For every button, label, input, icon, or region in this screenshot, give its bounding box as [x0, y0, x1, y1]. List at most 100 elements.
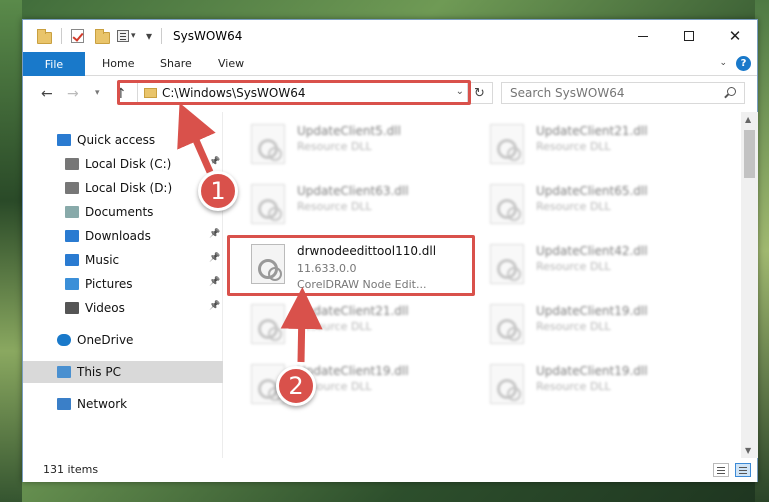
file-type: Resource DLL	[536, 140, 611, 153]
file-item[interactable]: UpdateClient21.dll Resource DLL	[251, 300, 481, 350]
dll-file-icon	[251, 304, 285, 344]
file-type: Resource DLL	[536, 260, 611, 273]
chevron-down-icon[interactable]: ▾	[131, 31, 136, 41]
file-type: Resource DLL	[536, 380, 611, 393]
file-highlight	[227, 235, 475, 296]
sidebar-item[interactable]: Quick access	[23, 129, 223, 151]
cloud-icon	[57, 334, 71, 346]
file-name: UpdateClient65.dll	[536, 184, 648, 198]
sidebar-item-label: Pictures	[85, 277, 133, 291]
recent-locations-icon[interactable]: ▾	[95, 88, 100, 98]
file-type: Resource DLL	[536, 320, 611, 333]
tab-view[interactable]: View	[218, 57, 244, 70]
search-icon[interactable]	[727, 87, 736, 96]
sidebar-item-label: Downloads	[85, 229, 151, 243]
sidebar-item[interactable]: Downloads 📌	[23, 225, 223, 247]
tab-share[interactable]: Share	[160, 57, 192, 70]
file-type: Resource DLL	[297, 140, 372, 153]
maximize-button[interactable]	[666, 20, 712, 52]
maximize-icon	[684, 31, 694, 41]
dll-file-icon	[490, 364, 524, 404]
dll-file-icon	[490, 244, 524, 284]
file-item[interactable]: UpdateClient21.dll Resource DLL	[490, 120, 720, 170]
download-icon	[65, 230, 79, 242]
scroll-up-icon[interactable]: ▲	[745, 115, 751, 124]
expand-ribbon-icon[interactable]: ⌄	[719, 58, 727, 68]
sidebar-item-label: Network	[77, 397, 128, 411]
file-type: Resource DLL	[297, 320, 372, 333]
file-item[interactable]: UpdateClient19.dll Resource DLL	[490, 360, 720, 410]
scroll-down-icon[interactable]: ▼	[745, 446, 751, 455]
back-arrow-icon[interactable]: ←	[41, 86, 53, 102]
star-icon	[57, 134, 71, 146]
new-folder-icon[interactable]	[95, 29, 110, 44]
help-button[interactable]: ?	[736, 56, 751, 71]
minimize-button[interactable]	[620, 20, 666, 52]
close-icon: ✕	[728, 27, 742, 45]
file-item[interactable]: UpdateClient42.dll Resource DLL	[490, 240, 720, 290]
dll-file-icon	[490, 124, 524, 164]
search-input[interactable]	[510, 83, 720, 103]
dll-file-icon	[251, 184, 285, 224]
tab-home[interactable]: Home	[102, 57, 134, 70]
title-bar: ▾ ▾ SysWOW64 ✕	[23, 20, 757, 52]
drive-icon	[65, 182, 79, 194]
file-name: UpdateClient21.dll	[297, 304, 409, 318]
file-name: UpdateClient21.dll	[536, 124, 648, 138]
close-button[interactable]: ✕	[712, 20, 758, 52]
large-icons-view-button[interactable]	[735, 463, 751, 477]
address-bar-highlight	[117, 80, 471, 105]
sidebar-item-label: Documents	[85, 205, 154, 219]
callout-badge-one: 1	[198, 171, 238, 211]
pin-icon[interactable]: 📌	[209, 301, 220, 311]
pictures-icon	[65, 278, 79, 290]
refresh-icon: ↻	[474, 85, 485, 101]
sidebar-item-label: Local Disk (C:)	[85, 157, 172, 171]
quick-access-view-icon[interactable]	[117, 30, 129, 42]
file-name: UpdateClient19.dll	[536, 304, 648, 318]
sidebar-item[interactable]: This PC	[23, 361, 223, 383]
sidebar-item[interactable]: Videos 📌	[23, 297, 223, 319]
file-type: Resource DLL	[536, 200, 611, 213]
folder-icon	[37, 29, 52, 44]
details-view-button[interactable]	[713, 463, 729, 477]
desktop-background-left	[0, 0, 22, 502]
file-item[interactable]: UpdateClient65.dll Resource DLL	[490, 180, 720, 230]
file-item[interactable]: UpdateClient63.dll Resource DLL	[251, 180, 481, 230]
search-box[interactable]	[501, 82, 745, 104]
sidebar-item[interactable]: Documents	[23, 201, 223, 223]
vertical-scrollbar[interactable]: ▲ ▼	[741, 112, 758, 458]
file-name: UpdateClient63.dll	[297, 184, 409, 198]
sidebar-item[interactable]: Network	[23, 393, 223, 415]
file-item[interactable]: UpdateClient19.dll Resource DLL	[490, 300, 720, 350]
callout-badge-two: 2	[276, 366, 316, 406]
tab-file[interactable]: File	[23, 52, 85, 76]
documents-icon	[65, 206, 79, 218]
divider	[61, 28, 62, 44]
pin-icon[interactable]: 📌	[209, 157, 220, 167]
customize-toolbar-icon[interactable]: ▾	[146, 29, 152, 43]
sidebar-item[interactable]: OneDrive	[23, 329, 223, 351]
dll-file-icon	[490, 184, 524, 224]
pin-icon[interactable]: 📌	[209, 229, 220, 239]
window-title: SysWOW64	[173, 29, 243, 43]
scrollbar-thumb[interactable]	[744, 130, 755, 178]
ribbon: File Home Share View ⌄ ?	[23, 52, 757, 76]
file-item[interactable]: UpdateClient5.dll Resource DLL	[251, 120, 481, 170]
sidebar-item[interactable]: Pictures 📌	[23, 273, 223, 295]
pin-icon[interactable]: 📌	[209, 277, 220, 287]
properties-check-icon[interactable]	[71, 29, 84, 43]
sidebar-item[interactable]: Local Disk (C:) 📌	[23, 153, 223, 175]
dll-file-icon	[490, 304, 524, 344]
forward-arrow-icon[interactable]: →	[67, 86, 79, 102]
computer-icon	[57, 366, 71, 378]
pin-icon[interactable]: 📌	[209, 253, 220, 263]
item-count: 131 items	[43, 463, 99, 476]
sidebar-item-label: Music	[85, 253, 120, 267]
sidebar-item[interactable]: Music 📌	[23, 249, 223, 271]
divider	[161, 28, 162, 44]
file-name: UpdateClient42.dll	[536, 244, 648, 258]
network-icon	[57, 398, 71, 410]
sidebar-item[interactable]: Local Disk (D:)	[23, 177, 223, 199]
sidebar-item-label: Videos	[85, 301, 125, 315]
